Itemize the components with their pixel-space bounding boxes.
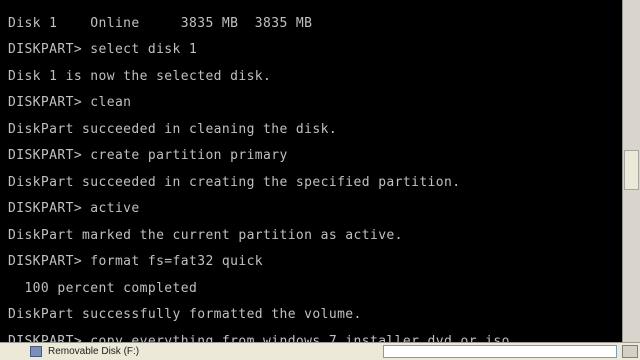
console-line: Disk 1 is now the selected disk. (8, 68, 272, 84)
console-line: DISKPART> active (8, 201, 140, 216)
vertical-scrollbar[interactable] (622, 0, 640, 342)
taskbar-item-label[interactable]: Removable Disk (F:) (48, 345, 228, 358)
console-output: Disk 0 Online 465 GB 1024 KB Disk 1 Onli… (8, 0, 520, 342)
taskbar-input-box[interactable] (383, 345, 617, 358)
taskbar: Removable Disk (F:) (0, 342, 640, 360)
console-input-line[interactable]: DISKPART> copy everything from windows 7… (8, 329, 520, 343)
console-line: DISKPART> create partition primary (8, 148, 288, 163)
console-line: DISKPART> clean (8, 95, 132, 110)
console-line: DiskPart marked the current partition as… (8, 227, 403, 243)
drive-icon (30, 346, 42, 357)
console-line: DiskPart successfully formatted the volu… (8, 307, 362, 322)
console-line: DiskPart succeeded in cleaning the disk. (8, 121, 338, 137)
console-line-disk0: Disk 0 Online 465 GB 1024 KB (8, 0, 520, 11)
console-line: DiskPart succeeded in creating the speci… (8, 174, 461, 190)
console-line: 100 percent completed (8, 280, 198, 296)
taskbar-button[interactable] (622, 345, 638, 358)
console-current-command[interactable]: DISKPART> copy everything from windows 7… (8, 334, 510, 343)
scrollbar-thumb[interactable] (624, 150, 639, 190)
console-line-disk1: Disk 1 Online 3835 MB 3835 MB (8, 15, 313, 31)
console-line: DISKPART> select disk 1 (8, 42, 198, 57)
console-line: DISKPART> format fs=fat32 quick (8, 254, 264, 269)
command-prompt-window[interactable]: Disk 0 Online 465 GB 1024 KB Disk 1 Onli… (0, 0, 622, 342)
screen: Disk 0 Online 465 GB 1024 KB Disk 1 Onli… (0, 0, 640, 360)
